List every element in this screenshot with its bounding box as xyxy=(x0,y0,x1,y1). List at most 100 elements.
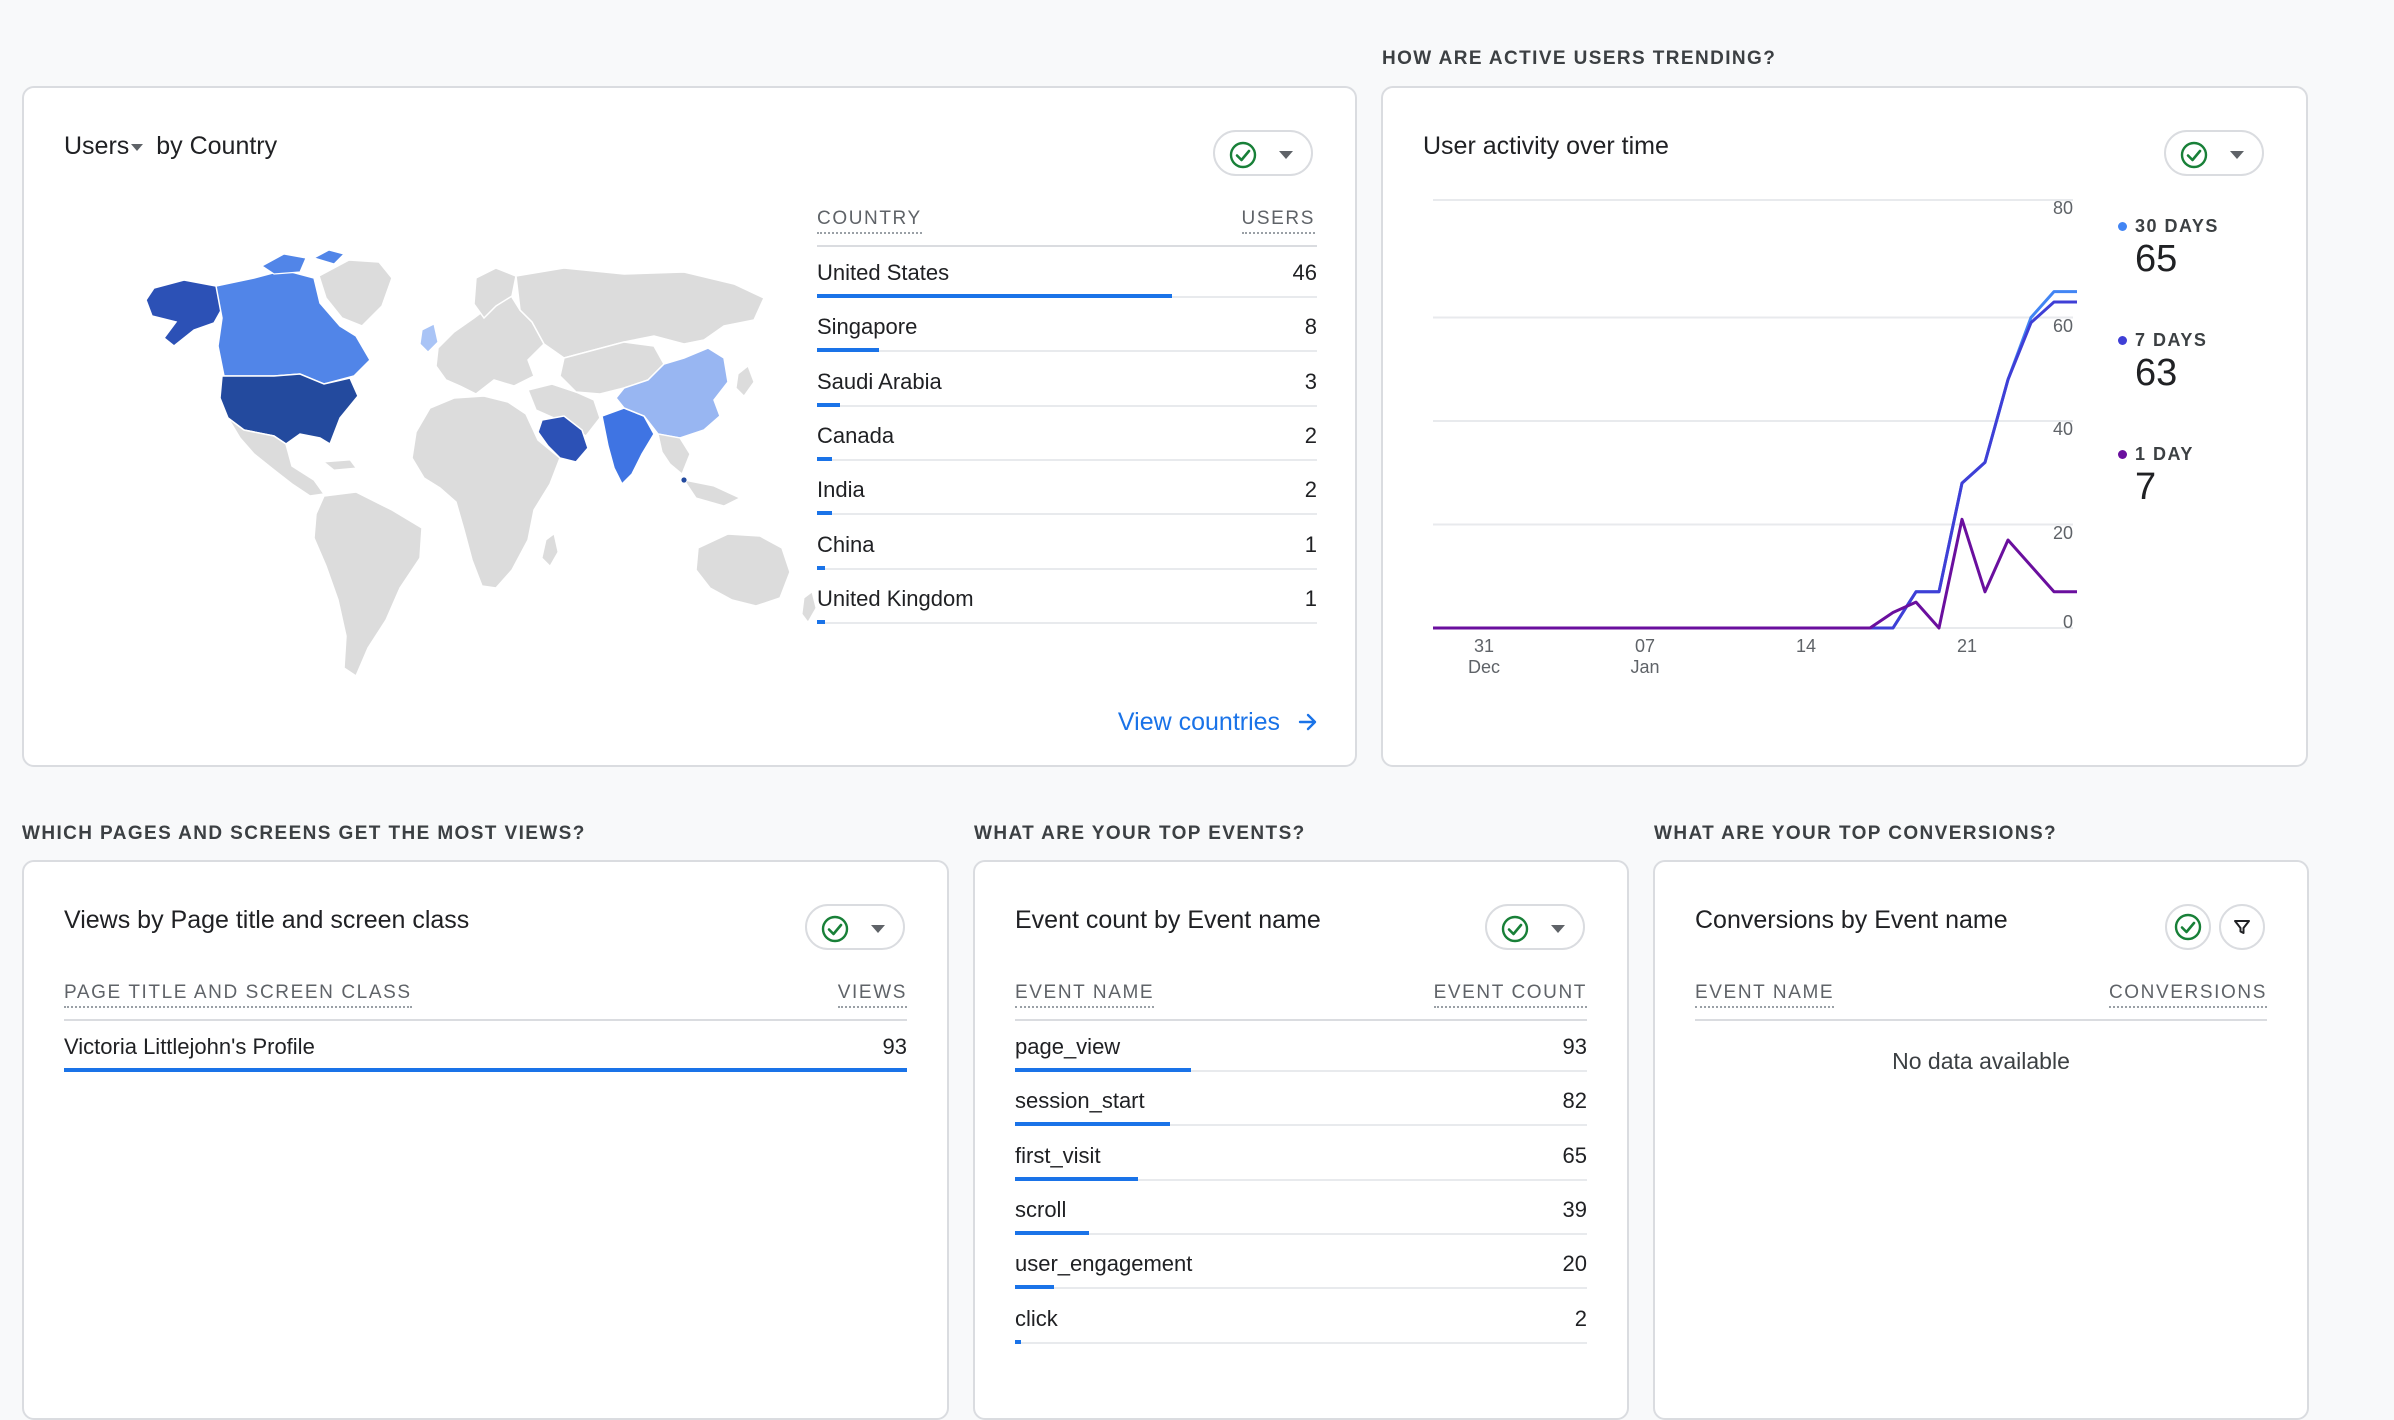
row-share-bar xyxy=(817,619,825,624)
row-share-bar xyxy=(817,511,833,516)
map-australia xyxy=(695,533,791,607)
card-title: Event count by Event name xyxy=(1015,906,1321,934)
col-header-users[interactable]: USERS xyxy=(1241,208,1315,234)
row-divider xyxy=(817,621,1317,624)
row-share-bar xyxy=(1015,1068,1191,1072)
y-tick-label: 40 xyxy=(2053,419,2074,439)
chevron-down-icon xyxy=(1279,151,1293,159)
empty-state-text: No data available xyxy=(1892,1048,2070,1074)
col-header-event-count[interactable]: EVENT COUNT xyxy=(1433,982,1587,1008)
row-divider xyxy=(1015,1341,1587,1344)
legend-value: 65 xyxy=(2135,238,2178,280)
x-tick-month: Dec xyxy=(1467,657,1500,677)
y-tick-label: 60 xyxy=(2053,315,2074,336)
series-line-1-day xyxy=(1433,517,2077,630)
y-tick-label: 20 xyxy=(2053,522,2074,543)
world-map[interactable] xyxy=(124,248,824,718)
event-count-card: Event count by Event name EVENT NAME EVE… xyxy=(973,860,1629,1420)
col-header-event-name[interactable]: EVENT NAME xyxy=(1015,982,1155,1008)
row-value: 2 xyxy=(1304,477,1317,503)
x-tick-day: 21 xyxy=(1956,636,1978,656)
card-options-button[interactable] xyxy=(805,904,905,950)
card-title: Views by Page title and screen class xyxy=(64,906,470,934)
users-by-country-card: Users by Country COUNTRY USERS United St… xyxy=(22,86,1357,767)
map-south-america xyxy=(313,491,423,678)
row-value: 1 xyxy=(1304,531,1317,557)
row-divider xyxy=(1015,1287,1587,1290)
row-share-bar xyxy=(1015,1230,1089,1235)
row-value: 8 xyxy=(1304,314,1317,340)
col-header-conversions[interactable]: CONVERSIONS xyxy=(2108,982,2267,1008)
card-title: Conversions by Event name xyxy=(1695,906,2008,934)
row-value: 93 xyxy=(1562,1034,1587,1059)
section-label-conversions: WHAT ARE YOUR TOP CONVERSIONS? xyxy=(1654,823,2058,844)
map-new-zealand xyxy=(801,591,817,623)
legend-dot xyxy=(2118,222,2127,231)
check-status-button[interactable] xyxy=(2165,904,2211,950)
legend-label: 7 DAYS xyxy=(2135,330,2208,350)
row-divider xyxy=(817,350,1317,353)
views-by-page-card: Views by Page title and screen class PAG… xyxy=(22,860,949,1420)
row-share-bar xyxy=(817,348,879,353)
map-alaska xyxy=(145,279,229,347)
col-header-event-name[interactable]: EVENT NAME xyxy=(1695,982,1835,1008)
user-activity-card: User activity over time 80 60 40 20 0 31 Dec 0… xyxy=(1381,86,2308,767)
header-rule xyxy=(1695,1019,2267,1021)
row-divider xyxy=(817,567,1317,570)
header-rule xyxy=(64,1019,907,1021)
section-label-events: WHAT ARE YOUR TOP EVENTS? xyxy=(974,823,1306,844)
col-header-views[interactable]: VIEWS xyxy=(837,982,907,1008)
legend-dot xyxy=(2118,336,2127,345)
row-share-bar xyxy=(1015,1122,1170,1127)
card-options-button[interactable] xyxy=(1213,130,1313,176)
row-value: 1 xyxy=(1304,585,1317,611)
row-share-bar xyxy=(64,1068,907,1072)
x-tick-label: 21 xyxy=(1947,636,1987,657)
check-circle-icon xyxy=(821,915,849,943)
x-tick-day: 31 xyxy=(1473,636,1495,656)
legend-value: 7 xyxy=(2135,466,2157,508)
header-rule xyxy=(817,245,1317,247)
section-label-trend: HOW ARE ACTIVE USERS TRENDING? xyxy=(1382,48,1777,69)
x-tick-day: 07 xyxy=(1634,636,1656,656)
row-share-bar xyxy=(817,456,833,461)
row-value: 46 xyxy=(1292,260,1317,285)
row-value: 39 xyxy=(1562,1196,1587,1222)
row-divider xyxy=(1015,1232,1587,1235)
row-divider xyxy=(817,458,1317,461)
row-divider xyxy=(817,404,1317,407)
col-header-page-title[interactable]: PAGE TITLE AND SCREEN CLASS xyxy=(64,982,412,1008)
y-tick-label: 80 xyxy=(2053,198,2074,218)
row-share-bar xyxy=(1015,1339,1021,1344)
chevron-down-icon xyxy=(1551,925,1565,933)
x-tick-label: 07 Jan xyxy=(1625,636,1665,678)
metric-selector[interactable]: Users xyxy=(64,132,156,160)
card-options-button[interactable] xyxy=(1485,904,1585,950)
conversions-card: Conversions by Event name EVENT NAME CON… xyxy=(1653,860,2309,1420)
view-countries-link[interactable]: View countries xyxy=(1118,708,1319,737)
card-title: Users by Country xyxy=(64,132,278,160)
x-tick-month: Jan xyxy=(1630,657,1660,677)
row-value: 82 xyxy=(1562,1088,1587,1114)
activity-line-chart[interactable] xyxy=(1383,88,2306,765)
chevron-down-icon xyxy=(871,925,885,933)
row-value: 2 xyxy=(1304,422,1317,448)
filter-icon xyxy=(2234,920,2250,934)
map-madagascar xyxy=(541,533,559,567)
row-value: 65 xyxy=(1562,1142,1587,1168)
x-tick-label: 14 xyxy=(1786,636,1826,657)
row-value: 20 xyxy=(1562,1251,1587,1277)
map-africa xyxy=(411,395,561,589)
row-value: 93 xyxy=(882,1034,907,1059)
x-tick-label: 31 Dec xyxy=(1464,636,1504,678)
row-value: 2 xyxy=(1574,1305,1587,1331)
section-label-pages: WHICH PAGES AND SCREENS GET THE MOST VIE… xyxy=(22,823,586,844)
check-circle-icon xyxy=(1229,141,1257,169)
check-circle-icon xyxy=(1501,915,1529,943)
filter-button[interactable] xyxy=(2219,904,2265,950)
map-caribbean xyxy=(322,459,357,471)
row-share-bar xyxy=(817,565,825,570)
y-tick-label: 0 xyxy=(2063,612,2074,632)
col-header-country[interactable]: COUNTRY xyxy=(817,208,922,234)
map-japan xyxy=(735,365,755,397)
